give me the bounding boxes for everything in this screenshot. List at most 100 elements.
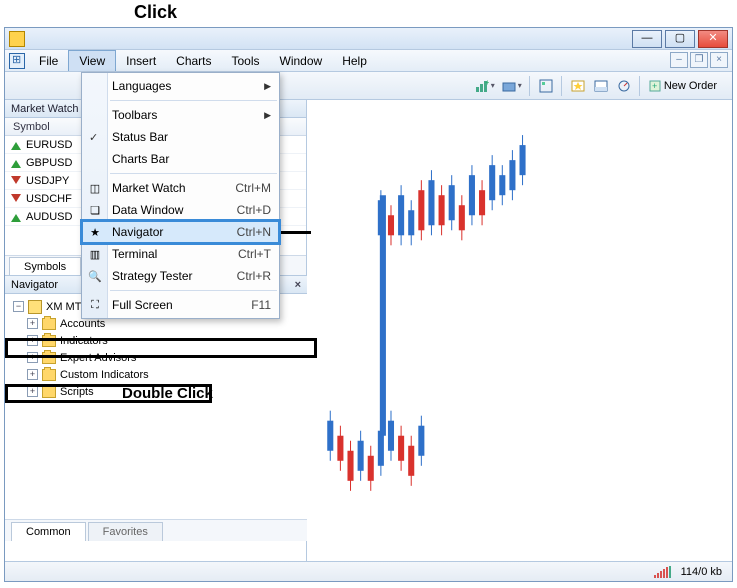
tree-item-indicators[interactable]: + Indicators bbox=[7, 332, 305, 349]
folder-icon bbox=[42, 386, 56, 398]
plus-chart-icon: + bbox=[475, 79, 489, 93]
dd-shortcut: Ctrl+T bbox=[238, 247, 271, 261]
tester-icon bbox=[617, 79, 631, 93]
terminal-icon bbox=[594, 79, 608, 93]
tb-tester[interactable] bbox=[613, 75, 635, 97]
candlestick-chart-svg bbox=[307, 100, 732, 561]
folder-icon bbox=[42, 352, 56, 364]
tb-profiles[interactable] bbox=[499, 75, 525, 97]
dd-market-watch-label: Market Watch bbox=[112, 181, 186, 195]
dd-statusbar-label: Status Bar bbox=[112, 130, 168, 144]
dd-terminal-label: Terminal bbox=[112, 247, 157, 261]
order-icon: + bbox=[648, 79, 662, 93]
symbol-label: AUDUSD bbox=[26, 211, 72, 223]
app-logo-icon bbox=[9, 53, 25, 69]
menu-tools[interactable]: Tools bbox=[222, 51, 270, 71]
menu-help[interactable]: Help bbox=[332, 51, 377, 71]
annotation-click-top: Click bbox=[134, 2, 177, 23]
navigator-title: Navigator bbox=[11, 276, 58, 294]
arrow-up-icon bbox=[11, 212, 21, 222]
tree-item-custom-indicators[interactable]: + Custom Indicators bbox=[7, 366, 305, 383]
dd-strategy-label: Strategy Tester bbox=[112, 269, 192, 283]
dd-data-window-label: Data Window bbox=[112, 203, 183, 217]
status-bar: 114/0 kb bbox=[5, 561, 732, 581]
folder-icon bbox=[42, 335, 56, 347]
tb-terminal[interactable] bbox=[590, 75, 612, 97]
svg-text:+: + bbox=[485, 79, 489, 87]
folder-icon bbox=[42, 318, 56, 330]
menu-bar: File View Insert Charts Tools Window Hel… bbox=[5, 50, 732, 72]
expand-icon[interactable]: + bbox=[27, 386, 38, 397]
watch-icon bbox=[539, 79, 553, 93]
dd-navigator-label: Navigator bbox=[112, 225, 163, 239]
tb-new-order[interactable]: + New Order bbox=[645, 75, 726, 97]
dd-statusbar[interactable]: Status Bar bbox=[82, 126, 279, 148]
dd-languages-label: Languages bbox=[112, 79, 171, 93]
menu-view[interactable]: View bbox=[68, 50, 116, 71]
data-window-icon: ❏ bbox=[87, 202, 103, 218]
tb-market-watch[interactable] bbox=[535, 75, 557, 97]
title-bar: — ▢ ✕ bbox=[5, 28, 732, 50]
mdi-close[interactable]: × bbox=[710, 52, 728, 68]
tb-navigator[interactable] bbox=[567, 75, 589, 97]
app-window: — ▢ ✕ File View Insert Charts Tools Wind… bbox=[4, 27, 733, 582]
expand-icon[interactable]: − bbox=[13, 301, 24, 312]
dd-fullscreen-label: Full Screen bbox=[112, 298, 173, 312]
market-watch-tab-symbols[interactable]: Symbols bbox=[9, 257, 81, 276]
root-folder-icon bbox=[28, 300, 42, 314]
price-chart[interactable] bbox=[307, 100, 732, 561]
tree-item-expert-advisors[interactable]: + Expert Advisors bbox=[7, 349, 305, 366]
mdi-restore[interactable]: ❐ bbox=[690, 52, 708, 68]
tree-item-label: Expert Advisors bbox=[60, 352, 136, 364]
dd-market-watch[interactable]: ◫ Market Watch Ctrl+M bbox=[82, 177, 279, 199]
tree-item-scripts[interactable]: +Scripts bbox=[7, 383, 305, 400]
arrow-down-icon bbox=[11, 176, 21, 186]
view-dropdown: Languages ▶ Toolbars ▶ Status Bar Charts… bbox=[81, 72, 280, 319]
market-watch-icon: ◫ bbox=[87, 180, 103, 196]
arrow-up-icon bbox=[11, 158, 21, 168]
dd-toolbars-label: Toolbars bbox=[112, 108, 157, 122]
navigator-star-icon bbox=[571, 79, 585, 93]
dd-shortcut: F11 bbox=[251, 298, 271, 312]
tb-new-chart[interactable]: + bbox=[472, 75, 498, 97]
submenu-arrow-icon: ▶ bbox=[264, 81, 271, 92]
dd-fullscreen[interactable]: ⛶ Full Screen F11 bbox=[82, 294, 279, 316]
dd-terminal[interactable]: ▥ Terminal Ctrl+T bbox=[82, 243, 279, 265]
nav-tab-common[interactable]: Common bbox=[11, 522, 86, 541]
tree-item-label: Custom Indicators bbox=[60, 369, 149, 381]
dd-shortcut: Ctrl+N bbox=[237, 225, 271, 239]
magnify-icon: 🔍 bbox=[87, 268, 103, 284]
dd-strategy[interactable]: 🔍 Strategy Tester Ctrl+R bbox=[82, 265, 279, 287]
dd-shortcut: Ctrl+D bbox=[237, 203, 271, 217]
maximize-button[interactable]: ▢ bbox=[665, 30, 695, 48]
dd-data-window[interactable]: ❏ Data Window Ctrl+D bbox=[82, 199, 279, 221]
folder-icon bbox=[502, 79, 516, 93]
menu-file[interactable]: File bbox=[29, 51, 68, 71]
dd-languages[interactable]: Languages ▶ bbox=[82, 75, 279, 97]
dd-chartsbar-label: Charts Bar bbox=[112, 152, 169, 166]
submenu-arrow-icon: ▶ bbox=[264, 110, 271, 121]
menu-insert[interactable]: Insert bbox=[116, 51, 166, 71]
app-icon bbox=[9, 31, 25, 47]
tree-item-label: Accounts bbox=[60, 318, 105, 330]
menu-charts[interactable]: Charts bbox=[166, 51, 221, 71]
symbol-label: GBPUSD bbox=[26, 157, 72, 169]
dd-navigator[interactable]: ★ Navigator Ctrl+N bbox=[82, 221, 279, 243]
terminal-icon: ▥ bbox=[87, 246, 103, 262]
expand-icon[interactable]: + bbox=[27, 318, 38, 329]
status-rate: 114/0 kb bbox=[681, 566, 722, 578]
expand-icon[interactable]: + bbox=[27, 352, 38, 363]
minimize-button[interactable]: — bbox=[632, 30, 662, 48]
fullscreen-icon: ⛶ bbox=[87, 297, 103, 313]
nav-tab-favorites[interactable]: Favorites bbox=[88, 522, 163, 541]
mdi-minimize[interactable]: – bbox=[670, 52, 688, 68]
tree-item-label: Indicators bbox=[60, 335, 108, 347]
expand-icon[interactable]: + bbox=[27, 369, 38, 380]
navigator-close-button[interactable]: × bbox=[295, 276, 301, 294]
dd-toolbars[interactable]: Toolbars ▶ bbox=[82, 104, 279, 126]
menu-window[interactable]: Window bbox=[270, 51, 333, 71]
dd-chartsbar[interactable]: Charts Bar bbox=[82, 148, 279, 170]
close-button[interactable]: ✕ bbox=[698, 30, 728, 48]
symbol-label: USDJPY bbox=[26, 175, 69, 187]
expand-icon[interactable]: + bbox=[27, 335, 38, 346]
